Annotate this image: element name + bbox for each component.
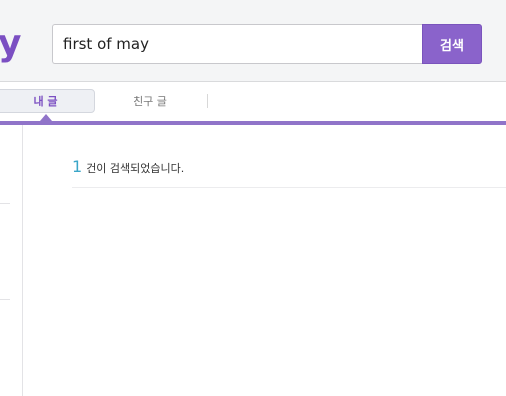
search-input[interactable] — [63, 25, 413, 63]
logo[interactable]: y — [0, 22, 21, 66]
tab-bar: 내 글 친구 글 — [0, 82, 506, 122]
left-sidebar — [0, 125, 23, 396]
result-summary: 1 건이 검색되었습니다. — [72, 157, 184, 176]
search-button[interactable]: 검색 — [422, 24, 482, 64]
tab-divider — [207, 94, 208, 108]
sidebar-divider — [0, 203, 10, 204]
result-divider — [72, 187, 506, 188]
tab-my-posts[interactable]: 내 글 — [0, 89, 95, 113]
result-count: 1 — [72, 157, 83, 176]
header: y 검색 — [0, 0, 506, 82]
result-message: 건이 검색되었습니다. — [86, 162, 185, 175]
active-tab-indicator-icon — [40, 114, 52, 121]
sidebar-divider — [0, 299, 10, 300]
search-box[interactable] — [52, 24, 422, 64]
tab-friend-posts[interactable]: 친구 글 — [115, 89, 185, 113]
results-panel: 1 건이 검색되었습니다. — [0, 125, 506, 396]
